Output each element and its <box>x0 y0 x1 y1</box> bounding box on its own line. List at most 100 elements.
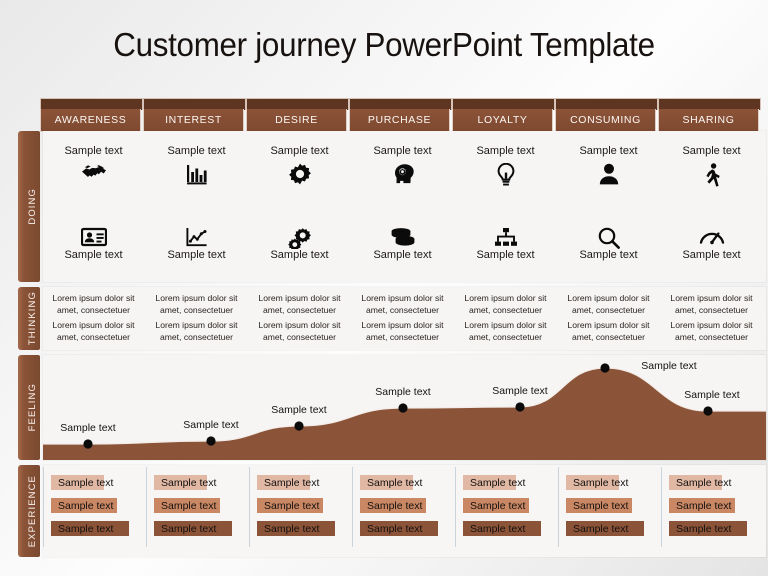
experience-bar[interactable]: Sample text <box>669 475 731 490</box>
thinking-line: Lorem ipsum dolor sit amet, consectetuer <box>670 320 753 342</box>
experience-bar[interactable]: Sample text <box>154 475 216 490</box>
row-tab-feeling[interactable]: FEELING <box>18 355 40 460</box>
experience-bar[interactable]: Sample text <box>566 521 644 536</box>
thinking-cell: Lorem ipsum dolor sit amet, consectetuer… <box>249 287 350 350</box>
stage-header-interest[interactable]: INTEREST <box>143 98 246 132</box>
row-tab-thinking[interactable]: THINKING <box>18 287 40 350</box>
column-divider <box>558 467 559 547</box>
experience-bar-label: Sample text <box>264 476 320 489</box>
experience-bar-label: Sample text <box>573 499 629 512</box>
doing-bottom-text: Sample text <box>682 249 741 261</box>
doing-row-panel: Sample text Sample text Sample text Sample … <box>43 131 766 282</box>
row-tab-label: DOING <box>26 188 38 225</box>
experience-cell: Sample text Sample text Sample text <box>455 465 556 557</box>
doing-bottom-text: Sample text <box>579 249 638 261</box>
header-label: AWARENESS <box>54 114 127 126</box>
feeling-row-panel: Sample text Sample text Sample text Sample … <box>43 355 766 460</box>
experience-bar-label: Sample text <box>470 499 526 512</box>
stage-header-loyalty[interactable]: LOYALTY <box>452 98 555 132</box>
stage-header-awareness[interactable]: AWARENESS <box>40 98 143 132</box>
experience-bar-label: Sample text <box>573 476 629 489</box>
header-band: PURCHASE <box>349 109 450 132</box>
feeling-point[interactable] <box>703 406 713 416</box>
experience-bar[interactable]: Sample text <box>360 521 438 536</box>
feeling-label: Sample text <box>375 386 431 398</box>
experience-bar-label: Sample text <box>367 522 423 535</box>
doing-cell: Sample text Sample text <box>661 131 762 282</box>
row-tab-body: FEELING <box>24 355 40 460</box>
slide-canvas: Customer journey PowerPoint Template AWA… <box>0 0 768 576</box>
header-band: INTEREST <box>143 109 244 132</box>
stage-header-purchase[interactable]: PURCHASE <box>349 98 452 132</box>
feeling-point[interactable] <box>515 402 525 412</box>
thinking-line: Lorem ipsum dolor sit amet, consectetuer <box>464 320 547 342</box>
stage-header-sharing[interactable]: SHARING <box>658 98 761 132</box>
thinking-row-panel: Lorem ipsum dolor sit amet, consectetuer… <box>43 287 766 350</box>
row-tab-body: DOING <box>24 131 40 282</box>
thinking-line: Lorem ipsum dolor sit amet, consectetuer <box>670 293 753 315</box>
doing-top-text: Sample text <box>64 145 123 157</box>
row-tab-label: FEELING <box>26 383 38 432</box>
thinking-cell: Lorem ipsum dolor sit amet, consectetuer… <box>558 287 659 350</box>
row-tab-label: THINKING <box>26 291 38 346</box>
experience-cell: Sample text Sample text Sample text <box>146 465 247 557</box>
doing-cell: Sample text Sample text <box>146 131 247 282</box>
experience-bar[interactable]: Sample text <box>566 498 632 513</box>
thinking-cell: Lorem ipsum dolor sit amet, consectetuer… <box>146 287 247 350</box>
stage-header-desire[interactable]: DESIRE <box>246 98 349 132</box>
column-divider <box>146 467 147 547</box>
experience-cell: Sample text Sample text Sample text <box>558 465 659 557</box>
doing-bottom-text: Sample text <box>64 249 123 261</box>
feeling-point[interactable] <box>206 436 216 446</box>
walking-icon <box>661 163 762 189</box>
doing-top-text: Sample text <box>270 145 329 157</box>
experience-bar[interactable]: Sample text <box>51 521 129 536</box>
experience-cell: Sample text Sample text Sample text <box>43 465 144 557</box>
thinking-cell: Lorem ipsum dolor sit amet, consectetuer… <box>352 287 453 350</box>
thinking-line: Lorem ipsum dolor sit amet, consectetuer <box>464 293 547 315</box>
experience-bar[interactable]: Sample text <box>257 521 335 536</box>
experience-bar[interactable]: Sample text <box>566 475 628 490</box>
experience-bar-label: Sample text <box>470 522 526 535</box>
thinking-line: Lorem ipsum dolor sit amet, consectetuer <box>567 293 650 315</box>
doing-cell: Sample text Sample text <box>455 131 556 282</box>
experience-bar[interactable]: Sample text <box>51 475 113 490</box>
header-label: SHARING <box>682 114 735 126</box>
doing-cell: Sample text Sample text <box>558 131 659 282</box>
experience-bar[interactable]: Sample text <box>669 498 735 513</box>
experience-row-panel: Sample text Sample text Sample text Sample … <box>43 465 766 557</box>
experience-bar-label: Sample text <box>367 476 423 489</box>
head-gear-icon <box>352 163 453 189</box>
experience-bar[interactable]: Sample text <box>257 498 323 513</box>
feeling-point[interactable] <box>83 439 93 449</box>
experience-bar[interactable]: Sample text <box>360 498 426 513</box>
row-tab-doing[interactable]: DOING <box>18 131 40 282</box>
feeling-point[interactable] <box>600 363 610 373</box>
feeling-point[interactable] <box>294 421 304 431</box>
header-band: AWARENESS <box>40 109 141 132</box>
doing-top-text: Sample text <box>167 145 226 157</box>
header-band: DESIRE <box>246 109 347 132</box>
experience-bar[interactable]: Sample text <box>463 521 541 536</box>
row-tab-experience[interactable]: EXPERIENCE <box>18 465 40 557</box>
column-divider <box>249 467 250 547</box>
experience-bar[interactable]: Sample text <box>360 475 422 490</box>
header-label: PURCHASE <box>367 114 432 126</box>
experience-bar-label: Sample text <box>676 499 732 512</box>
experience-bar-label: Sample text <box>367 499 423 512</box>
experience-bar[interactable]: Sample text <box>257 475 319 490</box>
experience-bar[interactable]: Sample text <box>154 498 220 513</box>
stage-header-consuming[interactable]: CONSUMING <box>555 98 658 132</box>
experience-bar[interactable]: Sample text <box>154 521 232 536</box>
doing-cell: Sample text Sample text <box>249 131 350 282</box>
experience-bar[interactable]: Sample text <box>669 521 747 536</box>
experience-bar[interactable]: Sample text <box>463 498 529 513</box>
experience-bar-label: Sample text <box>161 499 217 512</box>
thinking-line: Lorem ipsum dolor sit amet, consectetuer <box>258 320 341 342</box>
feeling-point[interactable] <box>398 403 408 413</box>
experience-bar[interactable]: Sample text <box>51 498 117 513</box>
thinking-line: Lorem ipsum dolor sit amet, consectetuer <box>361 320 444 342</box>
experience-bar[interactable]: Sample text <box>463 475 525 490</box>
experience-bar-label: Sample text <box>161 476 217 489</box>
experience-cell: Sample text Sample text Sample text <box>352 465 453 557</box>
